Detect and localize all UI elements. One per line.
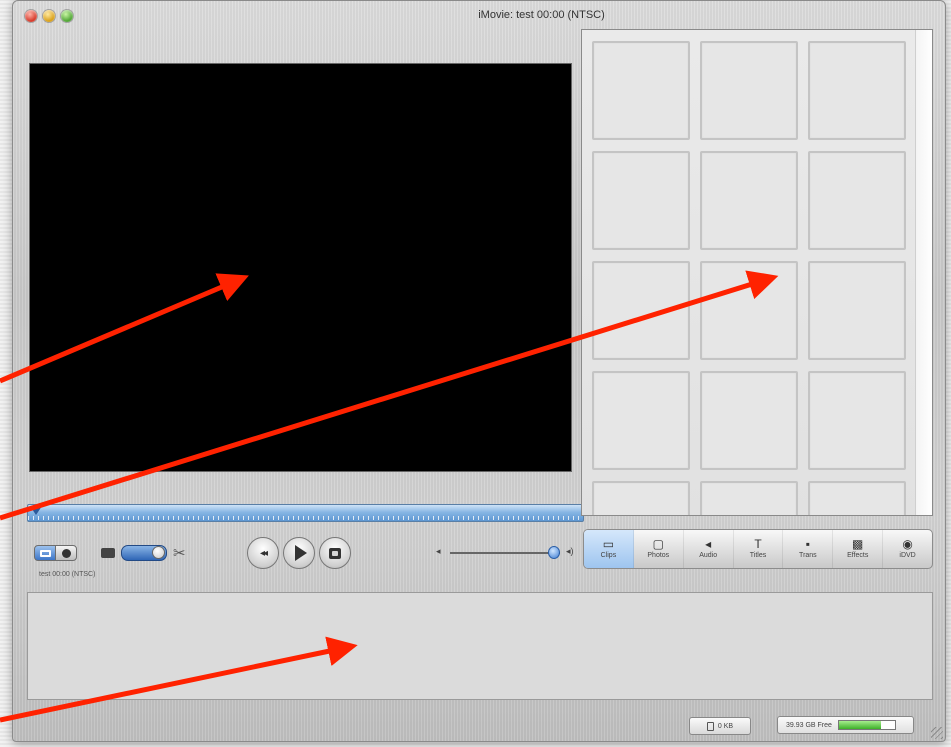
clip-shelf-scrollbar[interactable] [915, 30, 932, 515]
tab-clips[interactable]: ▭ Clips [584, 530, 634, 568]
trash-icon [706, 721, 714, 731]
disk-free-bar [837, 720, 896, 730]
effects-icon: ▩ [852, 537, 864, 551]
scissors-icon[interactable]: ✂ [173, 544, 186, 562]
tab-audio[interactable]: ◂ Audio [684, 530, 734, 568]
tab-titles[interactable]: T Titles [734, 530, 784, 568]
camera-icon [39, 549, 51, 557]
titles-icon: T [754, 537, 762, 551]
clip-shelf[interactable] [581, 29, 933, 516]
clip-slot[interactable] [700, 481, 798, 515]
rewind-button[interactable]: ◂◂ [247, 537, 279, 569]
volume-high-icon: ◂) [566, 546, 574, 556]
clip-slot[interactable] [700, 261, 798, 360]
monitor-preview[interactable] [29, 63, 572, 472]
pane-tab-bar: ▭ Clips ▢ Photos ◂ Audio T Titles ▪ Trans ▩ Effects… [583, 529, 933, 569]
rewind-icon: ◂◂ [259, 547, 268, 559]
idvd-icon: ◉ [902, 537, 913, 551]
volume-control: ◂ ◂) [436, 545, 586, 561]
disk-free-indicator: 39.93 GB Free [777, 716, 914, 734]
tab-label: Audio [699, 552, 718, 559]
clip-slot[interactable] [808, 151, 906, 250]
scrubber-ticks [28, 516, 583, 520]
volume-slider-track[interactable] [450, 552, 560, 554]
tab-label: Trans [799, 552, 817, 559]
clip-slot[interactable] [808, 261, 906, 360]
clip-slot[interactable] [700, 151, 798, 250]
playhead-marker[interactable] [30, 506, 42, 515]
tab-label: Photos [647, 552, 670, 559]
camera-mode-button[interactable] [34, 545, 56, 561]
clips-icon: ▭ [602, 537, 615, 551]
tab-label: Clips [600, 552, 617, 559]
edit-mode-button[interactable] [55, 545, 77, 561]
clip-slot[interactable] [592, 41, 690, 140]
clip-slot[interactable] [592, 151, 690, 250]
tab-trans[interactable]: ▪ Trans [783, 530, 834, 568]
resize-grip[interactable] [931, 727, 943, 739]
clip-slot[interactable] [808, 481, 906, 515]
monitor-status-text: test 00:00 (NTSC) [39, 571, 96, 578]
clip-slot[interactable] [592, 261, 690, 360]
tab-label: Titles [749, 552, 767, 559]
audio-icon: ◂ [705, 537, 712, 551]
trash-size-text: 0 KB [717, 722, 734, 730]
tab-idvd[interactable]: ◉ iDVD [883, 530, 932, 568]
disk-free-text: 39.93 GB Free [786, 721, 832, 729]
tab-label: iDVD [899, 552, 916, 559]
play-icon [295, 545, 307, 561]
window-title: iMovie: test 00:00 (NTSC) [478, 9, 605, 21]
volume-slider-knob[interactable] [548, 546, 560, 559]
clip-slot[interactable] [700, 371, 798, 470]
clip-slot[interactable] [808, 371, 906, 470]
camera-edit-toggle[interactable] [121, 545, 167, 561]
footer-bar: 0 KB 39.93 GB Free [13, 705, 945, 741]
edit-mode-controls: ✂ [101, 543, 209, 563]
play-button[interactable] [283, 537, 315, 569]
tab-label: Effects [847, 552, 869, 559]
clip-viewer-timeline[interactable] [27, 592, 933, 700]
clock-icon [61, 548, 71, 558]
disk-free-fill [838, 721, 881, 729]
transitions-icon: ▪ [805, 537, 810, 551]
photos-icon: ▢ [652, 537, 664, 551]
trash-button[interactable]: 0 KB [689, 717, 751, 735]
play-fullscreen-button[interactable] [319, 537, 351, 569]
volume-low-icon: ◂ [436, 546, 441, 556]
clip-slot[interactable] [808, 41, 906, 140]
imovie-window: iMovie: test 00:00 (NTSC) ✂ ◂◂ ◂ ◂) test… [12, 0, 946, 742]
scrubber-bar[interactable] [27, 504, 584, 522]
clip-slot[interactable] [592, 481, 690, 515]
tab-photos[interactable]: ▢ Photos [634, 530, 684, 568]
fullscreen-icon [329, 547, 341, 559]
clip-slot[interactable] [700, 41, 798, 140]
clip-slot[interactable] [592, 371, 690, 470]
tab-effects[interactable]: ▩ Effects [833, 530, 884, 568]
video-clip-icon [101, 548, 115, 558]
clip-grid [592, 41, 906, 515]
